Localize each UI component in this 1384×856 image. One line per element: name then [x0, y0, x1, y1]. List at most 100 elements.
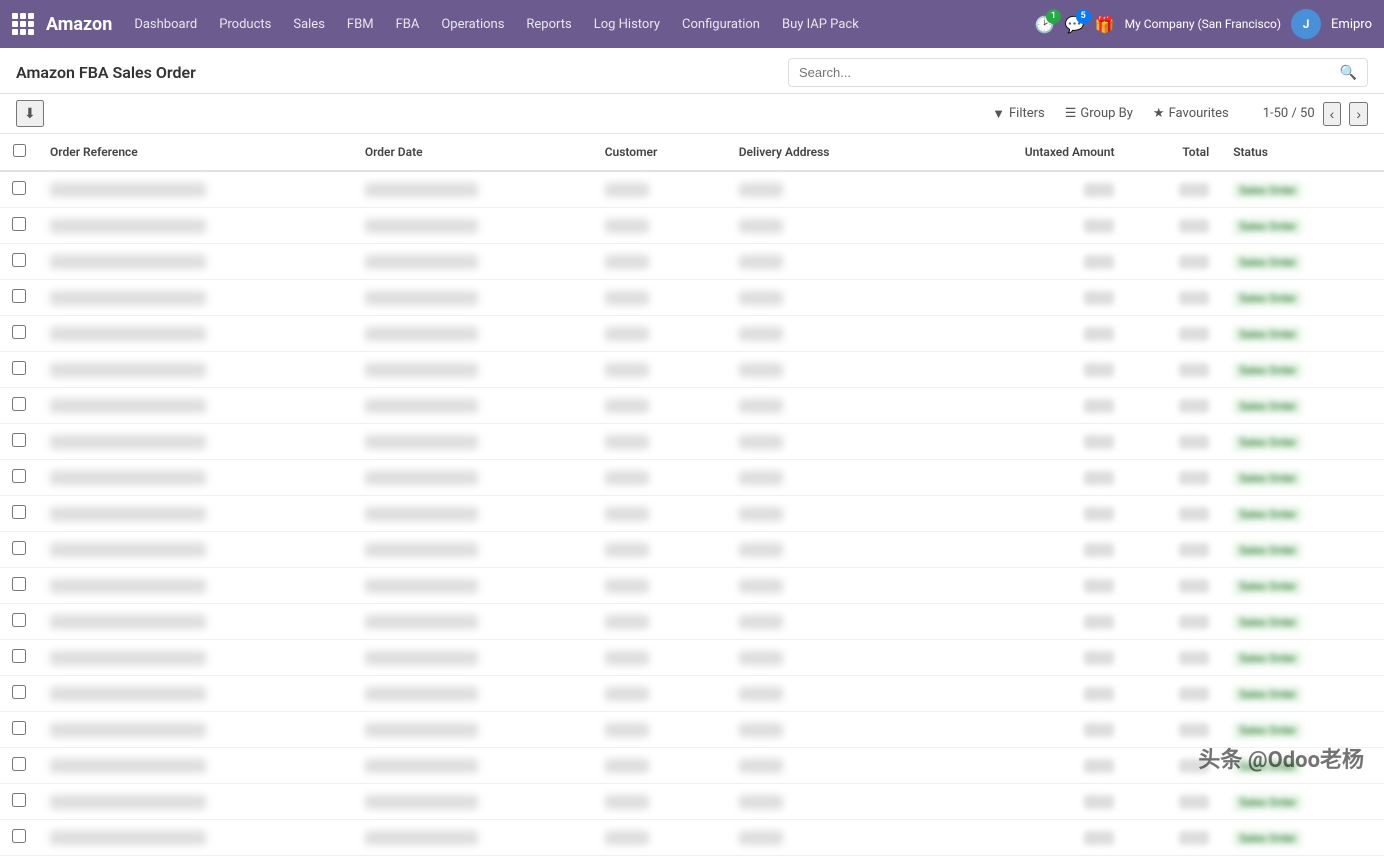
nav-item-products[interactable]: Products [209, 11, 281, 38]
row-checkbox[interactable] [12, 289, 26, 303]
search-input[interactable] [789, 60, 1330, 85]
nav-item-operations[interactable]: Operations [431, 11, 514, 38]
row-checkbox[interactable] [12, 541, 26, 555]
order-date-cell: 01/01/2022 18:27:30 [353, 604, 593, 640]
col-customer[interactable]: Customer [593, 134, 727, 171]
pagination-prev[interactable]: ‹ [1323, 102, 1342, 126]
row-checkbox-cell[interactable] [0, 748, 38, 784]
table-row[interactable]: FBA-AMAZONTEST-00001-2001/01/2022 18:27:… [0, 460, 1384, 496]
row-checkbox[interactable] [12, 253, 26, 267]
table-row[interactable]: FBA-AMAZONTEST-00001-1501/01/2022 12:22:… [0, 280, 1384, 316]
table-row[interactable]: FBA-AMAZONTEST-00001-2401/01/2022 18:27:… [0, 604, 1384, 640]
row-checkbox[interactable] [12, 181, 26, 195]
table-row[interactable]: FBA-AMAZONTEST-00001-2901/01/2022 18:27:… [0, 784, 1384, 820]
row-checkbox-cell[interactable] [0, 640, 38, 676]
toolbar: ⬇ ▼ Filters ☰ Group By ★ Favourites 1-50… [0, 94, 1384, 134]
favourites-button[interactable]: ★ Favourites [1147, 103, 1235, 124]
row-checkbox-cell[interactable] [0, 388, 38, 424]
table-row[interactable]: FBA-AMAZONTEST-00001-2301/01/2022 18:27:… [0, 568, 1384, 604]
company-selector[interactable]: My Company (San Francisco) [1125, 17, 1281, 31]
table-row[interactable]: FBA-AMAZONTEST-00001-1701/01/2022 12:22:… [0, 352, 1384, 388]
pagination-next[interactable]: › [1349, 102, 1368, 126]
group-by-button[interactable]: ☰ Group By [1059, 103, 1139, 124]
select-all-header[interactable] [0, 134, 38, 171]
row-checkbox-cell[interactable] [0, 424, 38, 460]
filters-button[interactable]: ▼ Filters [986, 103, 1051, 125]
row-checkbox-cell[interactable] [0, 460, 38, 496]
table-row[interactable]: FBA-AMAZONTEST-00001-2101/01/2022 18:27:… [0, 496, 1384, 532]
table-row[interactable]: FBA-AMAZONTEST-00001-2201/01/2022 18:27:… [0, 532, 1384, 568]
user-name[interactable]: Emipro [1331, 17, 1372, 32]
user-avatar[interactable]: J [1291, 9, 1321, 39]
nav-item-log-history[interactable]: Log History [584, 11, 670, 38]
row-checkbox[interactable] [12, 829, 26, 843]
table-row[interactable]: FBA-AMAZONTEST-00001-1201/01/2022 12:22:… [0, 171, 1384, 208]
nav-item-dashboard[interactable]: Dashboard [124, 11, 207, 38]
col-untaxed[interactable]: Untaxed Amount [928, 134, 1127, 171]
nav-item-buy-iap[interactable]: Buy IAP Pack [772, 11, 869, 38]
app-brand[interactable]: Amazon [46, 14, 112, 35]
nav-item-fba[interactable]: FBA [386, 11, 430, 38]
row-checkbox[interactable] [12, 649, 26, 663]
row-checkbox-cell[interactable] [0, 568, 38, 604]
col-order-ref[interactable]: Order Reference [38, 134, 353, 171]
customer-cell: Amazon [593, 532, 727, 568]
activity-icon-btn[interactable]: 🕑 1 [1035, 15, 1055, 34]
row-checkbox[interactable] [12, 685, 26, 699]
row-checkbox-cell[interactable] [0, 676, 38, 712]
nav-item-reports[interactable]: Reports [516, 11, 581, 38]
table-row[interactable]: FBA-AMAZONTEST-00001-2701/01/2022 18:27:… [0, 712, 1384, 748]
table-row[interactable]: FBA-AMAZONTEST-00001-1401/01/2022 12:22:… [0, 244, 1384, 280]
row-checkbox-cell[interactable] [0, 244, 38, 280]
table-row[interactable]: FBA-AMAZONTEST-00001-2601/01/2022 18:27:… [0, 676, 1384, 712]
nav-item-sales[interactable]: Sales [283, 11, 335, 38]
untaxed-cell: 14.00 [928, 280, 1127, 316]
search-button[interactable]: 🔍 [1330, 59, 1367, 86]
row-checkbox-cell[interactable] [0, 352, 38, 388]
nav-item-fbm[interactable]: FBM [337, 11, 384, 38]
col-total[interactable]: Total [1126, 134, 1221, 171]
col-delivery-addr[interactable]: Delivery Address [727, 134, 928, 171]
row-checkbox-cell[interactable] [0, 784, 38, 820]
row-checkbox[interactable] [12, 397, 26, 411]
table-row[interactable]: FBA-AMAZONTEST-00001-1301/01/2022 12:22:… [0, 208, 1384, 244]
row-checkbox[interactable] [12, 469, 26, 483]
row-checkbox-cell[interactable] [0, 280, 38, 316]
row-checkbox[interactable] [12, 433, 26, 447]
table-row[interactable]: FBA-AMAZONTEST-00001-2501/01/2022 18:27:… [0, 640, 1384, 676]
table-row[interactable]: FBA-AMAZONTEST-00001-2801/01/2022 18:27:… [0, 748, 1384, 784]
row-checkbox[interactable] [12, 325, 26, 339]
row-checkbox-cell[interactable] [0, 712, 38, 748]
row-checkbox-cell[interactable] [0, 820, 38, 856]
nav-item-configuration[interactable]: Configuration [672, 11, 770, 38]
row-checkbox[interactable] [12, 217, 26, 231]
col-status[interactable]: Status [1221, 134, 1384, 171]
row-checkbox[interactable] [12, 505, 26, 519]
row-checkbox-cell[interactable] [0, 316, 38, 352]
status-cell: Sales Order [1221, 280, 1384, 316]
col-order-date[interactable]: Order Date [353, 134, 593, 171]
messages-icon-btn[interactable]: 💬 5 [1065, 15, 1085, 34]
delivery-cell: Amazon [727, 316, 928, 352]
table-row[interactable]: FBA-AMAZONTEST-00001-1601/01/2022 12:22:… [0, 316, 1384, 352]
gift-icon-btn[interactable]: 🎁 [1095, 15, 1115, 34]
table-row[interactable]: FBA-AMAZONTEST-00001-3001/01/2022 18:27:… [0, 820, 1384, 856]
table-row[interactable]: FBA-AMAZONTEST-00001-1901/01/2022 18:27:… [0, 424, 1384, 460]
row-checkbox-cell[interactable] [0, 604, 38, 640]
row-checkbox[interactable] [12, 577, 26, 591]
download-button[interactable]: ⬇ [16, 100, 44, 127]
main-content: Amazon FBA Sales Order 🔍 ⬇ ▼ Filters ☰ G… [0, 48, 1384, 856]
row-checkbox[interactable] [12, 721, 26, 735]
total-cell: 14.00 [1126, 244, 1221, 280]
row-checkbox-cell[interactable] [0, 532, 38, 568]
table-row[interactable]: FBA-AMAZONTEST-00001-1801/01/2022 18:27:… [0, 388, 1384, 424]
grid-menu-icon[interactable] [12, 13, 34, 35]
select-all-checkbox[interactable] [13, 144, 26, 157]
row-checkbox[interactable] [12, 361, 26, 375]
row-checkbox-cell[interactable] [0, 171, 38, 208]
row-checkbox[interactable] [12, 793, 26, 807]
row-checkbox[interactable] [12, 757, 26, 771]
row-checkbox[interactable] [12, 613, 26, 627]
row-checkbox-cell[interactable] [0, 208, 38, 244]
row-checkbox-cell[interactable] [0, 496, 38, 532]
